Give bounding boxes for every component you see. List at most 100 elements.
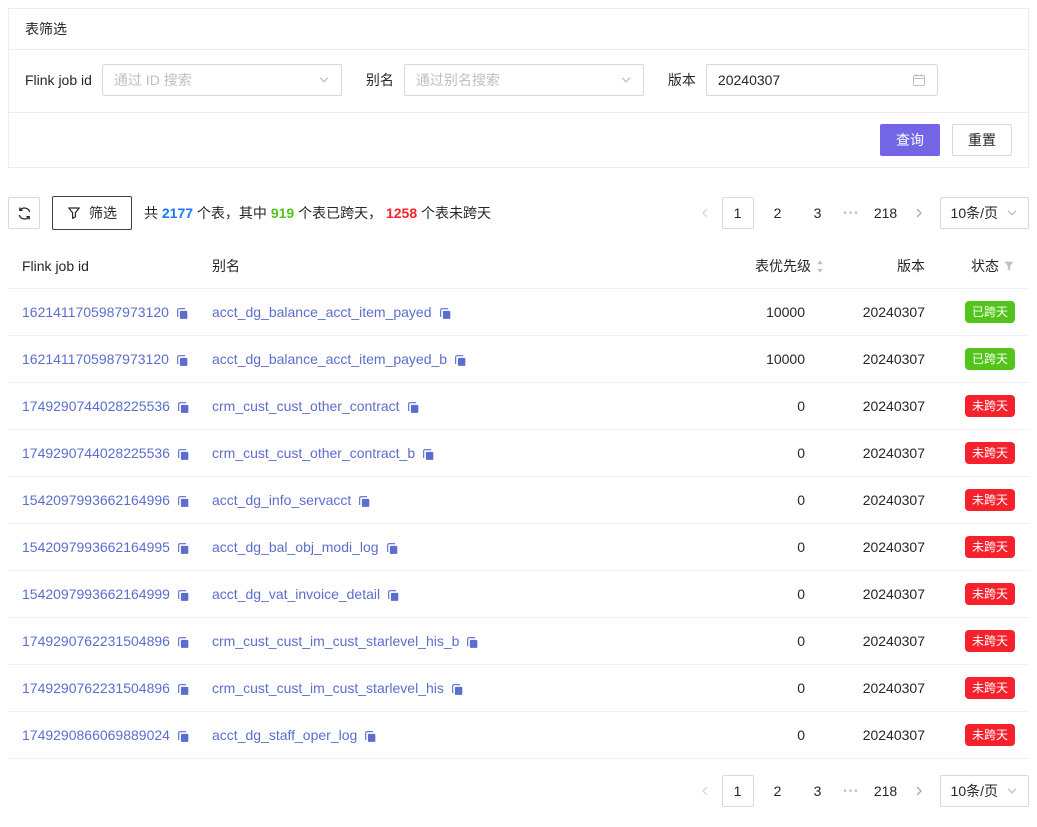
- page-ellipsis[interactable]: •••: [838, 786, 866, 797]
- status-badge: 未跨天: [965, 395, 1015, 417]
- funnel-icon: [67, 206, 81, 220]
- prev-page-button[interactable]: [692, 197, 718, 229]
- copy-icon[interactable]: [176, 351, 189, 367]
- prev-page-button[interactable]: [692, 775, 718, 807]
- page-ellipsis[interactable]: •••: [838, 208, 866, 219]
- query-button[interactable]: 查询: [880, 124, 940, 156]
- priority-value: 0: [713, 383, 833, 430]
- alias-link[interactable]: crm_cust_cust_im_cust_starlevel_his_b: [212, 633, 459, 649]
- refresh-button[interactable]: [8, 197, 40, 229]
- page-size-select[interactable]: 10条/页: [940, 197, 1029, 229]
- copy-icon[interactable]: [451, 680, 464, 696]
- page-size-select[interactable]: 10条/页: [940, 775, 1029, 807]
- version-value: 20240307: [833, 571, 933, 618]
- copy-icon[interactable]: [439, 304, 452, 320]
- version-label: 版本: [668, 70, 696, 90]
- alias-placeholder: 通过别名搜索: [416, 70, 500, 90]
- version-value: 20240307: [833, 430, 933, 477]
- filter-funnel-icon[interactable]: [1003, 260, 1015, 272]
- alias-link[interactable]: acct_dg_balance_acct_item_payed: [212, 304, 432, 320]
- alias-link[interactable]: acct_dg_vat_invoice_detail: [212, 586, 380, 602]
- flink-job-id-link[interactable]: 1749290866069889024: [22, 727, 170, 743]
- page-button-3[interactable]: 3: [802, 197, 834, 229]
- copy-icon[interactable]: [364, 727, 377, 743]
- flink-job-id-select[interactable]: 通过 ID 搜索: [102, 64, 342, 96]
- alias-link[interactable]: crm_cust_cust_other_contract_b: [212, 445, 415, 461]
- filter-toggle-button[interactable]: 筛选: [52, 196, 132, 230]
- page-size-value: 10条/页: [951, 203, 998, 223]
- alias-label: 别名: [366, 70, 394, 90]
- chevron-right-icon: [913, 207, 925, 219]
- flink-job-id-link[interactable]: 1621411705987973120: [22, 351, 169, 367]
- copy-icon[interactable]: [177, 445, 190, 461]
- flink-job-id-link[interactable]: 1749290762231504896: [22, 680, 170, 696]
- copy-icon[interactable]: [386, 539, 399, 555]
- page-button-2[interactable]: 2: [762, 197, 794, 229]
- copy-icon[interactable]: [177, 539, 190, 555]
- chevron-left-icon: [699, 785, 711, 797]
- status-badge: 未跨天: [965, 442, 1015, 464]
- filter-toggle-label: 筛选: [89, 203, 117, 223]
- flink-job-id-link[interactable]: 1621411705987973120: [22, 304, 169, 320]
- alias-link[interactable]: acct_dg_balance_acct_item_payed_b: [212, 351, 447, 367]
- flink-job-id-link[interactable]: 1749290762231504896: [22, 633, 170, 649]
- table-row: 1749290744028225536 crm_cust_cust_other_…: [8, 430, 1029, 477]
- alias-link[interactable]: crm_cust_cust_im_cust_starlevel_his: [212, 680, 444, 696]
- page-button-3[interactable]: 3: [802, 775, 834, 807]
- flink-job-id-link[interactable]: 1542097993662164996: [22, 492, 170, 508]
- table-row: 1542097993662164996 acct_dg_info_servacc…: [8, 477, 1029, 524]
- alias-link[interactable]: acct_dg_bal_obj_modi_log: [212, 539, 379, 555]
- chevron-left-icon: [699, 207, 711, 219]
- table-header-row: Flink job id 别名 表优先级 版本 状态: [8, 244, 1029, 289]
- page-button-1[interactable]: 1: [722, 197, 754, 229]
- filter-card: 表筛选 Flink job id 通过 ID 搜索 别名 通过别名搜索 版本: [8, 8, 1029, 168]
- copy-icon[interactable]: [407, 398, 420, 414]
- table-row: 1749290762231504896 crm_cust_cust_im_cus…: [8, 618, 1029, 665]
- copy-icon[interactable]: [454, 351, 467, 367]
- alias-select[interactable]: 通过别名搜索: [404, 64, 644, 96]
- sort-icon[interactable]: [815, 259, 825, 274]
- next-page-button[interactable]: [906, 775, 932, 807]
- version-value: 20240307: [833, 665, 933, 712]
- version-date-input[interactable]: 20240307: [706, 64, 938, 96]
- column-header-priority[interactable]: 表优先级: [713, 244, 833, 289]
- flink-job-id-link[interactable]: 1749290744028225536: [22, 445, 170, 461]
- copy-icon[interactable]: [176, 304, 189, 320]
- flink-job-id-label: Flink job id: [25, 72, 92, 88]
- copy-icon[interactable]: [466, 633, 479, 649]
- page-button-last[interactable]: 218: [870, 775, 902, 807]
- flink-job-id-link[interactable]: 1749290744028225536: [22, 398, 170, 414]
- copy-icon[interactable]: [387, 586, 400, 602]
- alias-link[interactable]: acct_dg_staff_oper_log: [212, 727, 357, 743]
- alias-link[interactable]: crm_cust_cust_other_contract: [212, 398, 400, 414]
- status-badge: 未跨天: [965, 536, 1015, 558]
- reset-button[interactable]: 重置: [952, 124, 1012, 156]
- status-badge: 未跨天: [965, 583, 1015, 605]
- page: 表筛选 Flink job id 通过 ID 搜索 别名 通过别名搜索 版本: [0, 8, 1037, 807]
- page-button-1[interactable]: 1: [722, 775, 754, 807]
- version-value: 20240307: [833, 477, 933, 524]
- copy-icon[interactable]: [177, 492, 190, 508]
- copy-icon[interactable]: [422, 445, 435, 461]
- copy-icon[interactable]: [177, 398, 190, 414]
- copy-icon[interactable]: [177, 727, 190, 743]
- copy-icon[interactable]: [177, 680, 190, 696]
- page-button-2[interactable]: 2: [762, 775, 794, 807]
- priority-value: 0: [713, 477, 833, 524]
- copy-icon[interactable]: [358, 492, 371, 508]
- page-button-last[interactable]: 218: [870, 197, 902, 229]
- flink-job-id-link[interactable]: 1542097993662164999: [22, 586, 170, 602]
- version-field: 版本 20240307: [668, 64, 938, 96]
- alias-link[interactable]: acct_dg_info_servacct: [212, 492, 351, 508]
- copy-icon[interactable]: [177, 633, 190, 649]
- column-header-alias: 别名: [204, 244, 713, 289]
- copy-icon[interactable]: [177, 586, 190, 602]
- priority-value: 0: [713, 571, 833, 618]
- page-size-value: 10条/页: [951, 781, 998, 801]
- results-table: Flink job id 别名 表优先级 版本 状态 1621411705987…: [8, 244, 1029, 759]
- status-badge: 未跨天: [965, 677, 1015, 699]
- chevron-right-icon: [913, 785, 925, 797]
- flink-job-id-link[interactable]: 1542097993662164995: [22, 539, 170, 555]
- next-page-button[interactable]: [906, 197, 932, 229]
- summary-text: 共 2177 个表，其中 919 个表已跨天， 1258 个表未跨天: [144, 203, 491, 223]
